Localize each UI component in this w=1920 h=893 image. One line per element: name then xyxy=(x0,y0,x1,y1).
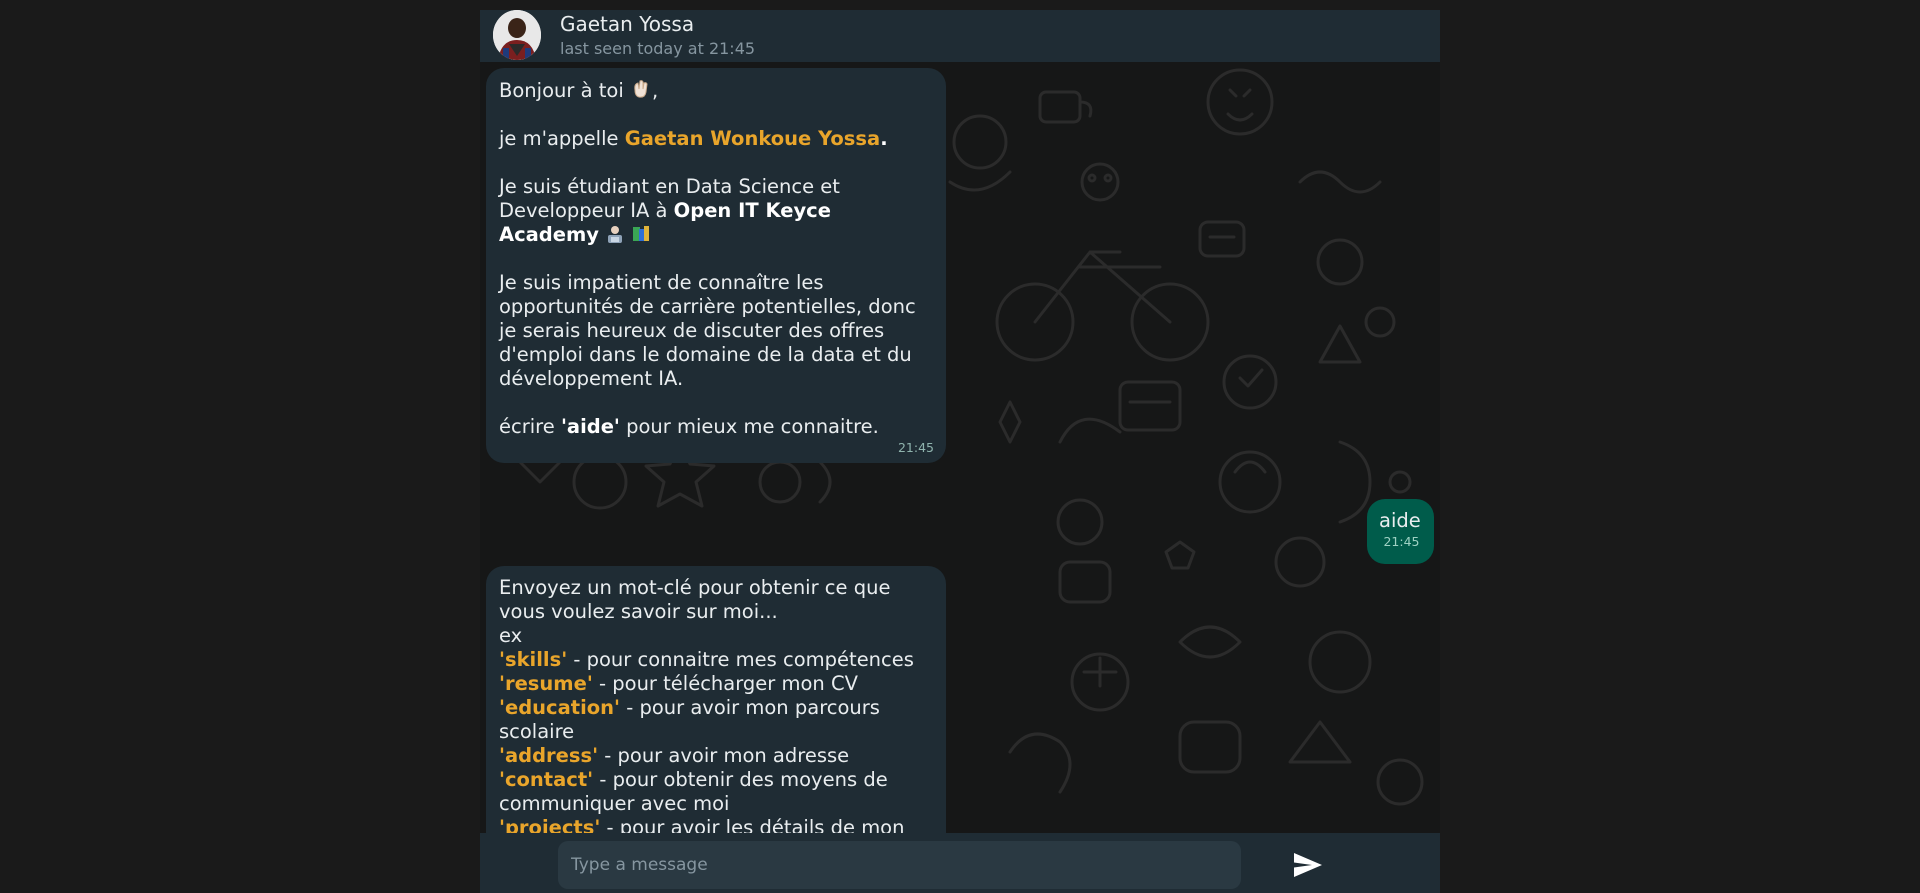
help-text: écrire xyxy=(499,415,561,438)
message-timestamp: 21:45 xyxy=(897,440,934,455)
keyword-label: 'contact' xyxy=(499,768,594,791)
help-line: écrire 'aide' pour mieux me connaitre. xyxy=(499,415,934,439)
greeting-text: Bonjour à toi xyxy=(499,79,630,102)
technologist-icon xyxy=(608,226,623,243)
keywords-line: Envoyez un mot-clé pour obtenir ce que xyxy=(499,576,891,599)
keyword-label: 'resume' xyxy=(499,672,593,695)
contact-status: last seen today at 21:45 xyxy=(560,39,756,58)
keywords-message[interactable]: Envoyez un mot-clé pour obtenir ce que v… xyxy=(486,566,946,833)
message-composer xyxy=(480,833,1440,893)
avatar-photo xyxy=(493,10,541,60)
greeting-suffix: , xyxy=(651,79,659,102)
keyword-description: - pour avoir les détails de mon xyxy=(600,816,905,833)
school-name: Open IT Keyce xyxy=(673,199,831,222)
waving-hand-icon xyxy=(634,80,648,98)
keywords-line: ex xyxy=(499,624,523,647)
keyword-label: 'education' xyxy=(499,696,621,719)
author-name: Gaetan Wonkoue Yossa xyxy=(624,127,881,150)
send-icon xyxy=(1294,853,1322,877)
keywords-line: vous voulez savoir sur moi... xyxy=(499,600,778,623)
help-keyword: 'aide' xyxy=(560,415,620,438)
greeting-line: Bonjour à toi , xyxy=(499,78,934,103)
career-line: opportunités de carrière potentielles, d… xyxy=(499,295,916,318)
contact-name[interactable]: Gaetan Yossa xyxy=(560,12,694,36)
career-line: Je suis impatient de connaître les xyxy=(499,271,824,294)
intro-text: je m'appelle xyxy=(499,127,625,150)
keyword-item: 'education' - pour avoir mon parcours xyxy=(499,696,934,720)
keyword-description: communiquer avec moi xyxy=(499,792,730,815)
reply-message[interactable]: aide 21:45 xyxy=(1367,499,1434,564)
keyword-description: - pour avoir mon parcours xyxy=(620,696,880,719)
study-text: Developpeur IA à xyxy=(499,199,674,222)
school-name-cont: Academy xyxy=(499,223,600,246)
books-icon xyxy=(633,226,650,241)
keyword-item: 'projects' - pour avoir les détails de m… xyxy=(499,816,934,833)
keyword-item: 'address' - pour avoir mon adresse xyxy=(499,744,934,768)
career-line: d'emploi dans le domaine de la data et d… xyxy=(499,343,912,366)
send-button[interactable] xyxy=(1288,847,1328,883)
career-line: développement IA. xyxy=(499,367,684,390)
keyword-item: 'resume' - pour télécharger mon CV xyxy=(499,672,934,696)
welcome-message[interactable]: Bonjour à toi , je m'appelle Gaetan Wonk… xyxy=(486,68,946,463)
keyword-label: 'projects' xyxy=(499,816,601,833)
message-timestamp: 21:45 xyxy=(1383,534,1420,549)
intro-suffix: . xyxy=(880,127,888,150)
study-line: Academy xyxy=(499,223,934,247)
keyword-item: communiquer avec moi xyxy=(499,792,934,816)
chat-window: Gaetan Yossa last seen today at 21:45 Bo… xyxy=(480,10,1440,893)
career-line: je serais heureux de discuter des offres xyxy=(499,319,885,342)
study-line: Developpeur IA à Open IT Keyce xyxy=(499,199,934,223)
message-input[interactable] xyxy=(558,841,1241,889)
keyword-description: scolaire xyxy=(499,720,575,743)
keyword-label: 'skills' xyxy=(499,648,568,671)
keyword-item: scolaire xyxy=(499,720,934,744)
keyword-description: - pour connaitre mes compétences xyxy=(567,648,914,671)
chat-header: Gaetan Yossa last seen today at 21:45 xyxy=(480,10,1440,62)
keyword-item: 'contact' - pour obtenir des moyens de xyxy=(499,768,934,792)
keyword-item: 'skills' - pour connaitre mes compétence… xyxy=(499,648,934,672)
help-suffix: pour mieux me connaitre. xyxy=(619,415,879,438)
reply-text: aide xyxy=(1379,509,1421,532)
keyword-description: - pour obtenir des moyens de xyxy=(593,768,888,791)
message-list[interactable]: Bonjour à toi , je m'appelle Gaetan Wonk… xyxy=(480,62,1440,833)
avatar[interactable] xyxy=(493,10,541,60)
intro-line: je m'appelle Gaetan Wonkoue Yossa. xyxy=(499,127,934,151)
keyword-description: - pour télécharger mon CV xyxy=(592,672,858,695)
study-line: Je suis étudiant en Data Science et xyxy=(499,175,840,198)
keyword-label: 'address' xyxy=(499,744,599,767)
keyword-description: - pour avoir mon adresse xyxy=(598,744,850,767)
